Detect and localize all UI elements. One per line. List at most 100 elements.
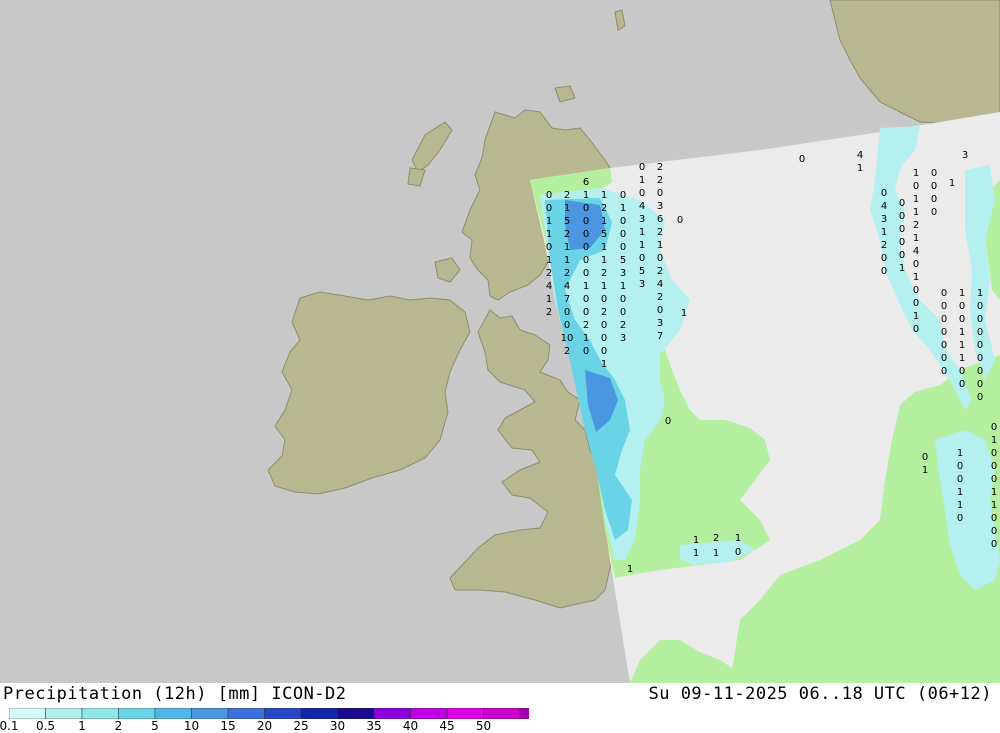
precip-value: 4	[639, 201, 645, 212]
valid-time: Su 09-11-2025 06..18 UTC (06+12)	[648, 684, 992, 704]
precip-value: 1	[959, 353, 965, 364]
precip-value: 0	[799, 154, 805, 165]
precip-value: 1	[546, 255, 552, 266]
precip-value: 0	[899, 198, 905, 209]
precip-value: 5	[564, 216, 570, 227]
legend-label: 35	[366, 719, 382, 733]
precip-value: 3	[657, 318, 663, 329]
precip-value: 0	[657, 305, 663, 316]
legend-swatch	[81, 708, 119, 719]
legend-swatch	[118, 708, 156, 719]
precip-value: 0	[977, 340, 983, 351]
precip-value: 0	[959, 314, 965, 325]
precip-value: 0	[601, 320, 607, 331]
precip-value: 2	[564, 268, 570, 279]
precip-value: 1	[913, 168, 919, 179]
precip-value: 1	[913, 207, 919, 218]
precip-value: 2	[546, 307, 552, 318]
precip-value: 0	[957, 474, 963, 485]
precip-value: 1	[913, 194, 919, 205]
precip-value: 1	[991, 435, 997, 446]
precip-value: 0	[564, 307, 570, 318]
legend-label: 5	[151, 719, 159, 733]
precip-value: 3	[620, 333, 626, 344]
precip-value: 0	[991, 513, 997, 524]
precip-value: 1	[564, 203, 570, 214]
precip-value: 2	[601, 307, 607, 318]
precip-value: 2	[583, 320, 589, 331]
precip-value: 0	[991, 474, 997, 485]
precip-value: 0	[620, 242, 626, 253]
precip-value: 1	[583, 333, 589, 344]
legend-label: 40	[402, 719, 419, 733]
precip-value: 5	[639, 266, 645, 277]
precip-value: 1	[583, 281, 589, 292]
precip-value: 0	[601, 333, 607, 344]
precip-value: 2	[881, 240, 887, 251]
precip-value: 0	[546, 242, 552, 253]
precip-value: 2	[657, 227, 663, 238]
legend-label: 0.5	[35, 719, 56, 733]
precip-value: 1	[546, 294, 552, 305]
precip-value: 1	[881, 227, 887, 238]
legend-swatch	[410, 708, 448, 719]
precip-value: 1	[913, 233, 919, 244]
precip-value: 0	[677, 215, 683, 226]
precip-value: 1	[601, 359, 607, 370]
precip-value: 0	[601, 294, 607, 305]
precip-value: 2	[657, 292, 663, 303]
precip-value: 1	[620, 281, 626, 292]
precip-value: 0	[941, 353, 947, 364]
precip-value: 1	[639, 240, 645, 251]
precip-value: 7	[564, 294, 570, 305]
precip-value: 0	[583, 242, 589, 253]
precip-value: 1	[639, 227, 645, 238]
precip-value: 0	[583, 229, 589, 240]
precip-value: 1	[627, 564, 633, 575]
precip-value: 0	[959, 301, 965, 312]
precip-value: 0	[583, 216, 589, 227]
precip-value: 0	[546, 190, 552, 201]
precip-value: 2	[713, 533, 719, 544]
precip-value: 4	[913, 246, 919, 257]
precip-value: 4	[857, 150, 863, 161]
footer-bar: Precipitation (12h) [mm] ICON-D2 Su 09-1…	[0, 683, 1000, 733]
precip-value: 2	[564, 190, 570, 201]
legend-label: 30	[329, 719, 346, 733]
legend-label: 50	[475, 719, 492, 733]
precip-value: 1	[913, 272, 919, 283]
legend-swatch	[154, 708, 192, 719]
precip-value: 0	[881, 253, 887, 264]
precip-value: 0	[583, 203, 589, 214]
precip-value: 2	[657, 266, 663, 277]
precip-value: 0	[913, 259, 919, 270]
precip-value: 0	[564, 320, 570, 331]
precip-value: 6	[657, 214, 663, 225]
legend-swatch	[446, 708, 484, 719]
precip-value: 0	[941, 301, 947, 312]
precipitation-map[interactable]: 0 0 1 1 0 1 2 4 1 2 2 1 5 2 1 1 2 4 7 0 0 10 2 6 1 0 0 0 0 0 0 1 0 0 2 1 0 1 2…	[0, 0, 1000, 683]
precip-value: 0	[899, 224, 905, 235]
precip-value: 1	[601, 255, 607, 266]
precip-value: 1	[922, 465, 928, 476]
precip-value: 0	[977, 379, 983, 390]
precip-value: 0	[639, 162, 645, 173]
precip-value: 4	[564, 281, 570, 292]
precip-value: 0	[546, 203, 552, 214]
precip-value: 5	[620, 255, 626, 266]
precip-value: 0	[639, 253, 645, 264]
precip-value: 0	[991, 422, 997, 433]
precip-value: 2	[913, 220, 919, 231]
precip-value: 0	[583, 268, 589, 279]
precip-value: 0	[941, 366, 947, 377]
precip-value: 0	[991, 539, 997, 550]
precip-value: 0	[941, 327, 947, 338]
precip-value: 1	[949, 178, 955, 189]
precip-value: 0	[977, 314, 983, 325]
precip-value: 6	[583, 177, 589, 188]
precip-value: 0	[913, 181, 919, 192]
precip-value: 1	[857, 163, 863, 174]
precip-value: 0	[931, 207, 937, 218]
legend-swatch	[45, 708, 83, 719]
precip-value: 0	[639, 188, 645, 199]
